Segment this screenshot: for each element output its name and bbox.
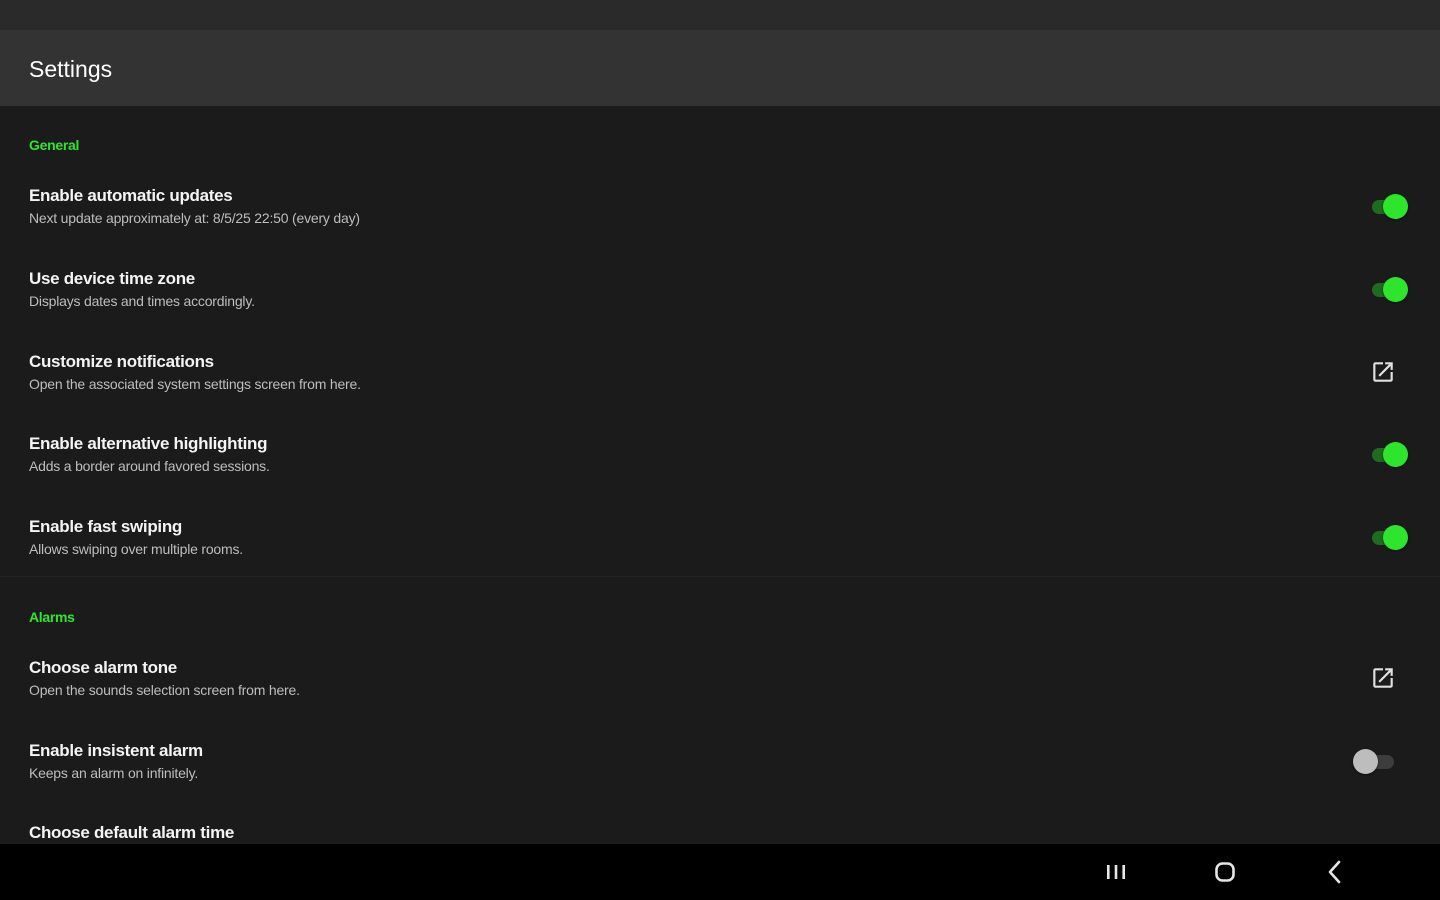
device-time-zone-switch[interactable]	[1368, 276, 1408, 302]
navigation-bar	[0, 844, 1440, 900]
setting-title: Enable alternative highlighting	[29, 434, 268, 453]
back-icon[interactable]	[1320, 858, 1350, 886]
section-header-general: General	[29, 137, 80, 153]
setting-summary: Next update approximately at: 8/5/25 22:…	[29, 210, 360, 226]
settings-list[interactable]: General Enable automatic updates Next up…	[0, 106, 1440, 844]
recent-apps-icon[interactable]	[1101, 858, 1131, 886]
setting-use-device-time-zone[interactable]: Use device time zone Displays dates and …	[0, 269, 1440, 351]
section-alarms: Alarms Choose alarm tone Open the sounds…	[0, 577, 1440, 844]
alternative-highlighting-switch[interactable]	[1368, 441, 1408, 467]
setting-summary: Displays dates and times accordingly.	[29, 293, 255, 309]
switch-thumb	[1383, 525, 1408, 550]
section-header-alarms: Alarms	[29, 609, 75, 625]
setting-title: Enable automatic updates	[29, 186, 233, 205]
home-icon[interactable]	[1210, 858, 1240, 886]
switch-thumb	[1353, 749, 1378, 774]
setting-enable-automatic-updates[interactable]: Enable automatic updates Next update app…	[0, 186, 1440, 268]
setting-summary: Adds a border around favored sessions.	[29, 458, 270, 474]
setting-choose-alarm-tone[interactable]: Choose alarm tone Open the sounds select…	[0, 658, 1440, 740]
switch-thumb	[1383, 277, 1408, 302]
page-title: Settings	[29, 56, 113, 82]
setting-title: Enable insistent alarm	[29, 741, 203, 760]
switch-thumb	[1383, 194, 1408, 219]
setting-enable-alternative-highlighting[interactable]: Enable alternative highlighting Adds a b…	[0, 434, 1440, 516]
setting-summary: Open the associated system settings scre…	[29, 376, 361, 392]
switch-thumb	[1383, 442, 1408, 467]
app-bar: Settings	[0, 30, 1440, 106]
open-in-new-icon[interactable]	[1370, 665, 1396, 691]
setting-title: Choose default alarm time	[29, 823, 235, 842]
setting-summary: Open the sounds selection screen from he…	[29, 682, 300, 698]
insistent-alarm-switch[interactable]	[1353, 748, 1398, 774]
setting-choose-default-alarm-time[interactable]: Choose default alarm time	[0, 823, 1440, 844]
setting-customize-notifications[interactable]: Customize notifications Open the associa…	[0, 352, 1440, 434]
setting-enable-insistent-alarm[interactable]: Enable insistent alarm Keeps an alarm on…	[0, 741, 1440, 823]
setting-summary: Keeps an alarm on infinitely.	[29, 765, 199, 781]
section-general: General Enable automatic updates Next up…	[0, 106, 1440, 576]
open-in-new-icon[interactable]	[1370, 359, 1396, 385]
setting-summary: Allows swiping over multiple rooms.	[29, 541, 243, 557]
fast-swiping-switch[interactable]	[1368, 524, 1408, 550]
status-bar	[0, 0, 1440, 30]
automatic-updates-switch[interactable]	[1368, 193, 1408, 219]
setting-title: Customize notifications	[29, 352, 214, 371]
setting-title: Enable fast swiping	[29, 517, 182, 536]
setting-title: Choose alarm tone	[29, 658, 177, 677]
setting-title: Use device time zone	[29, 269, 195, 288]
